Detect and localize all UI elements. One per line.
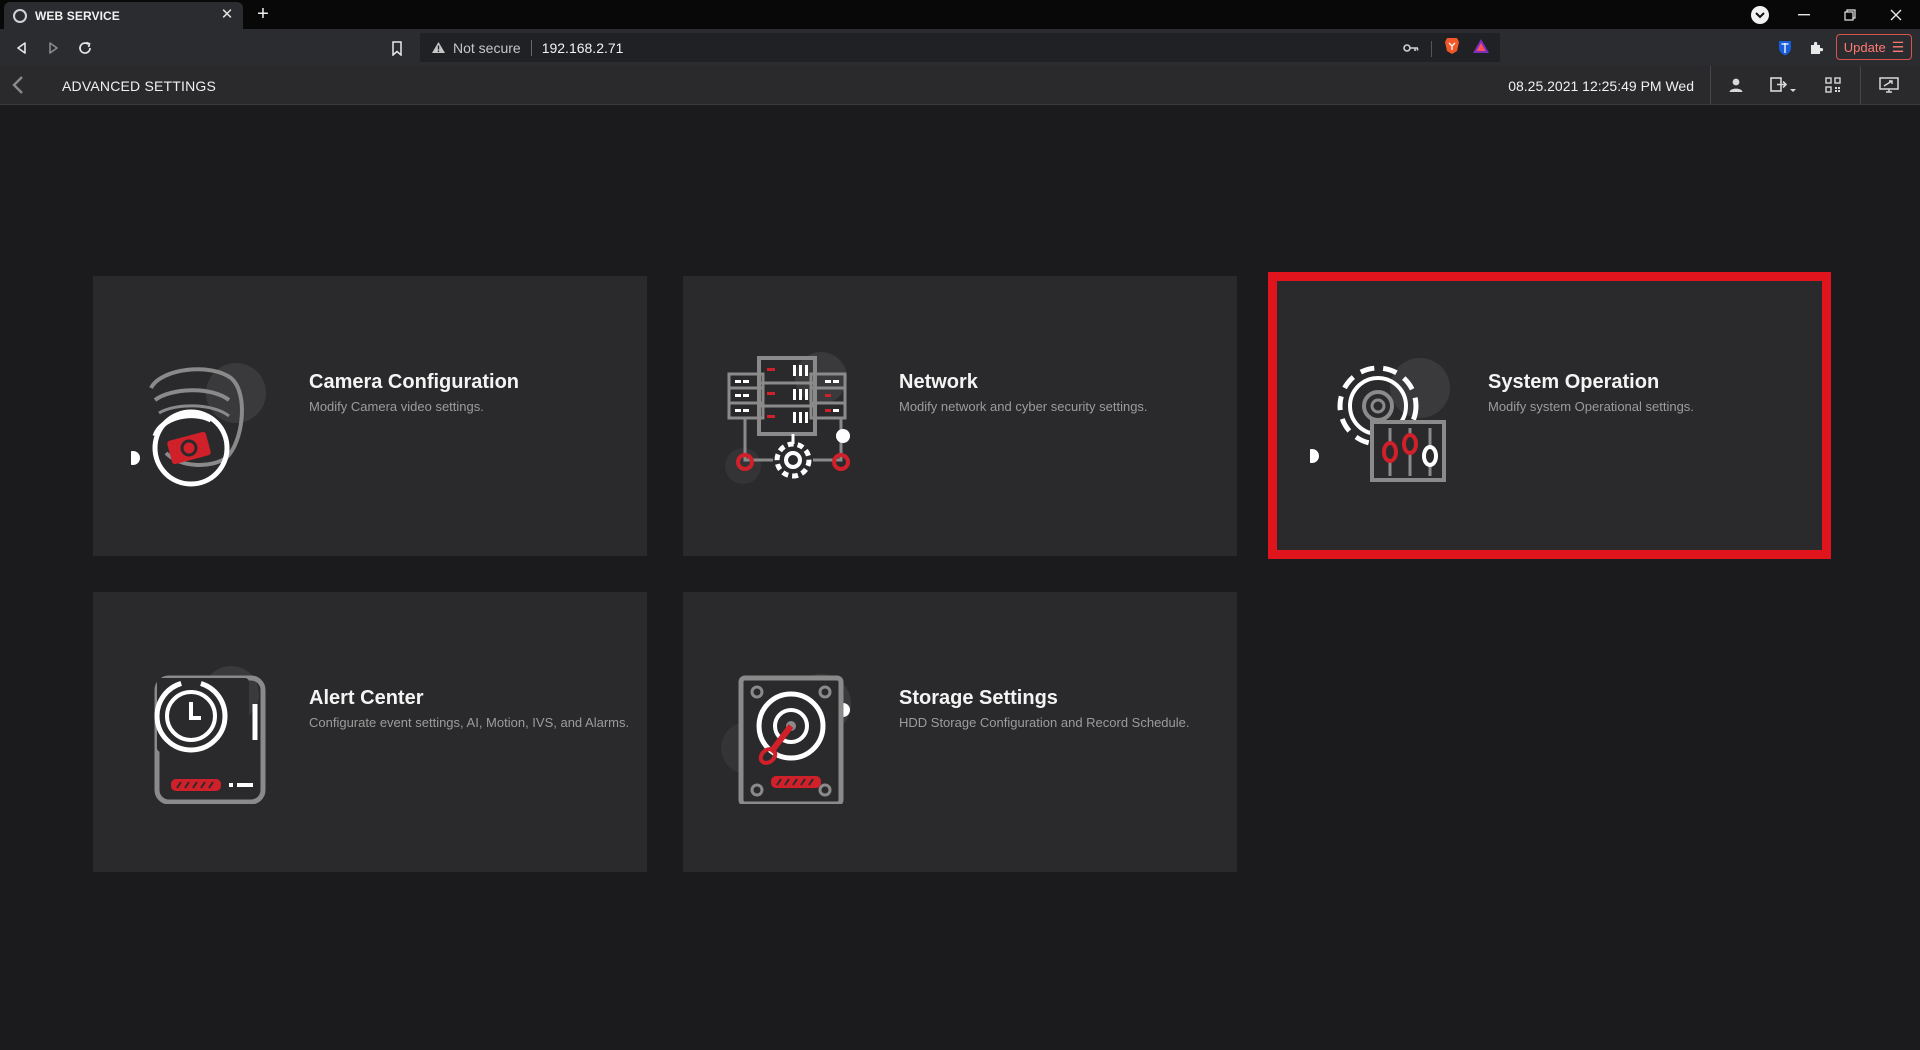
browser-tab-strip: WEB SERVICE ✕ + [0, 0, 1920, 29]
bitwarden-extension-icon[interactable] [1775, 38, 1795, 58]
alarm-clock-device-icon [116, 664, 271, 805]
back-icon[interactable] [12, 38, 32, 58]
card-title: Network [899, 371, 978, 393]
close-tab-icon[interactable]: ✕ [219, 7, 235, 23]
card-description: Modify Camera video settings. [309, 399, 484, 414]
reload-icon[interactable] [75, 38, 95, 58]
close-window-icon[interactable] [1873, 0, 1919, 29]
warning-icon[interactable] [430, 40, 446, 56]
toolbar-divider [1431, 40, 1432, 57]
restore-icon[interactable] [1827, 0, 1873, 29]
alert-center-card[interactable]: Alert Center Configurate event settings,… [93, 592, 647, 872]
user-icon[interactable] [1725, 75, 1747, 95]
browser-tab[interactable]: WEB SERVICE ✕ [4, 2, 243, 29]
header-divider [1860, 66, 1861, 104]
network-server-icon [721, 348, 861, 488]
address-bar[interactable]: Not secure 192.168.2.71 [420, 33, 1500, 62]
tab-title: WEB SERVICE [35, 8, 120, 23]
bookmark-icon[interactable] [387, 38, 407, 58]
globe-icon [13, 8, 27, 23]
card-title: Storage Settings [899, 687, 1058, 709]
hard-drive-icon [721, 664, 861, 807]
device-datetime: 08.25.2021 12:25:49 PM Wed [1508, 78, 1694, 94]
card-description: Configurate event settings, AI, Motion, … [309, 715, 630, 730]
extensions-icon[interactable] [1806, 38, 1826, 58]
camera-configuration-card[interactable]: Camera Configuration Modify Camera video… [93, 276, 647, 556]
storage-settings-card[interactable]: Storage Settings HDD Storage Configurati… [683, 592, 1237, 872]
system-operation-card[interactable]: System Operation Modify system Operation… [1272, 276, 1826, 556]
back-chevron-icon[interactable] [8, 74, 30, 96]
profile-menu-icon[interactable] [1751, 6, 1769, 24]
card-description: Modify network and cyber security settin… [899, 399, 1148, 414]
card-title: System Operation [1488, 371, 1660, 393]
brave-shield-icon[interactable] [1444, 37, 1460, 60]
card-title: Alert Center [309, 687, 424, 709]
page-title: ADVANCED SETTINGS [62, 78, 217, 94]
app-header: ADVANCED SETTINGS 08.25.2021 12:25:49 PM… [0, 66, 1920, 105]
menu-icon: ☰ [1891, 38, 1905, 55]
url-text[interactable]: 192.168.2.71 [542, 40, 624, 56]
update-label: Update [1843, 39, 1886, 55]
brave-rewards-icon[interactable] [1472, 38, 1490, 59]
card-description: Modify system Operational settings. [1488, 399, 1694, 414]
card-title: Camera Configuration [309, 371, 520, 393]
gear-sliders-icon [1305, 348, 1450, 488]
forward-icon[interactable] [43, 38, 63, 58]
minimize-icon[interactable] [1781, 0, 1827, 29]
header-divider [1710, 66, 1711, 104]
qr-code-icon[interactable] [1822, 75, 1844, 95]
update-button[interactable]: Update ☰ [1836, 34, 1912, 60]
network-card[interactable]: Network Modify network and cyber securit… [683, 276, 1237, 556]
security-status[interactable]: Not secure [453, 40, 521, 56]
monitor-view-icon[interactable] [1878, 75, 1900, 95]
browser-toolbar: Not secure 192.168.2.71 Update ☰ [0, 29, 1920, 66]
address-bar-actions [1403, 37, 1490, 60]
logout-icon[interactable] [1767, 75, 1801, 95]
dome-camera-icon [126, 348, 271, 488]
address-divider [530, 39, 532, 56]
card-description: HDD Storage Configuration and Record Sch… [899, 715, 1190, 730]
key-icon[interactable] [1403, 40, 1419, 58]
new-tab-button[interactable]: + [253, 4, 273, 24]
